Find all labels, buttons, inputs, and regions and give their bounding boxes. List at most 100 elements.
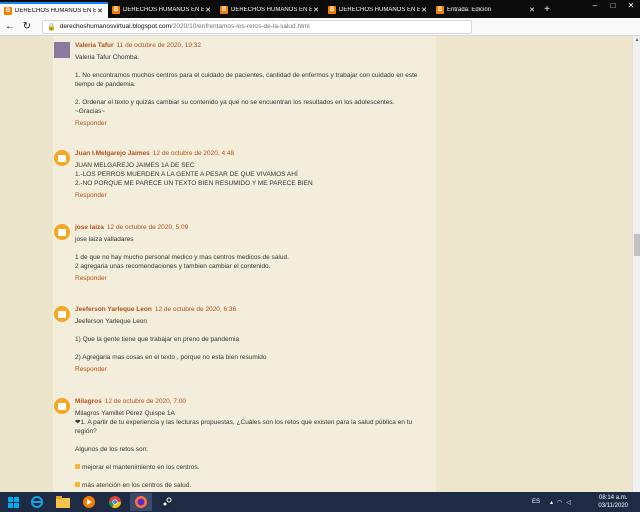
author-name[interactable]: Valeria Tafur [75,42,114,49]
network-icon[interactable]: ▴ [550,499,553,506]
close-window-icon[interactable]: ✕ [622,0,640,12]
tray-icons[interactable]: ▴ ◠ ◁ [550,492,575,512]
folder-icon[interactable] [52,493,74,511]
volume-icon[interactable]: ◁ [566,499,571,506]
comment-line: ❤1. A partir de tu experiencia y las lec… [75,418,425,436]
url-text: derechoshumanosvirtual.blogspot.com/2020… [60,23,310,30]
tab-label: Entrada: Edición [447,7,492,13]
comment-text: 1.-LOS PERROS MUERDEN A LA GENTE A PESAR… [75,171,298,178]
lock-icon: 🔒 [47,23,56,31]
comment-body: Milagros Yamillet Perez Quispe 1A ❤1. A p… [75,409,425,490]
comment-line: Milagros Yamillet Perez Quispe 1A [75,409,425,418]
blogger-avatar-icon[interactable] [54,224,70,240]
chrome-icon[interactable] [104,493,126,511]
author-name[interactable]: Jeeferson Yarleque Leon [75,306,152,313]
reply-link[interactable]: Responder [75,275,107,282]
steam-icon[interactable] [156,493,178,511]
comment-date[interactable]: 12 de octubre de 2020, 4:48 [153,150,234,157]
scroll-thumb[interactable] [634,234,640,256]
close-tab-icon[interactable]: ✕ [96,7,104,15]
new-tab-button[interactable]: + [540,2,554,18]
comment-author[interactable]: Milagros 12 de octubre de 2020, 7:00 [75,398,186,405]
author-name[interactable]: Milagros [75,398,102,405]
comment-text: 2. Ordenar el texto y quizás cambiar su … [75,99,395,106]
minimize-icon[interactable]: – [586,0,604,12]
taskbar-clock[interactable]: 08:14 a.m. 03/11/2020 [598,494,628,510]
comment-author[interactable]: jose laiza 12 de octubre de 2020, 5:09 [75,224,188,231]
reply-link[interactable]: Responder [75,192,107,199]
bullet-icon [75,464,80,469]
close-tab-icon[interactable]: ✕ [312,6,320,14]
comment-author[interactable]: Valeria Tafur 11 de octubre de 2020, 19:3… [75,42,201,49]
back-icon[interactable]: ← [3,20,17,34]
comment-line: Algunos de los retos son: [75,445,425,454]
reply-link[interactable]: Responder [75,366,107,373]
browser-tab[interactable]: B DERECHOS HUMANOS EN EL ✕ [324,2,432,18]
blogger-glyph [58,310,66,318]
comment-line: 1. No encontramos muchos centros para el… [75,71,425,89]
page-scrollbar[interactable]: ▲ [632,36,640,492]
comment-date[interactable]: 12 de octubre de 2020, 5:09 [107,224,188,231]
browser-tab[interactable]: B DERECHOS HUMANOS EN EL ✕ [216,2,324,18]
comment-body: jose laiza valladares 1 de que no hay muc… [75,235,425,271]
scroll-up-icon[interactable]: ▲ [633,36,640,44]
comment-line: JUAN MELGAREJO JAIMES 1A DE SEC [75,161,425,170]
comment-text: 1 de que no hay mucho personal medico y … [75,254,289,261]
blogger-icon: B [328,6,336,14]
comment-text: 1) Que la gente tiene que trabajar en pr… [75,336,240,343]
comment-text: Jeeferson Yarleque Leon [75,318,148,325]
comment-line: 1) Que la gente tiene que trabajar en pr… [75,335,425,344]
comment-date[interactable]: 12 de octubre de 2020, 7:00 [105,398,186,405]
browser-tab[interactable]: B Entrada: Edición ✕ [432,2,540,18]
address-bar[interactable]: 🔒 derechoshumanosvirtual.blogspot.com/20… [42,19,472,34]
comment-author[interactable]: Juan I.Melgarejo Jaimes 12 de octubre de … [75,150,234,157]
url-path: /2020/10/enfrentamos-los-retos-de-la-sal… [171,23,310,30]
blogger-glyph [58,402,66,410]
media-player-icon[interactable] [78,493,100,511]
comment-line: 2) Agregaria mas cosas en el texto , por… [75,353,425,362]
clock-time: 08:14 a.m. [599,495,628,501]
browser-tab[interactable]: B DERECHOS HUMANOS EN EL ✕ [108,2,216,18]
language-indicator[interactable]: ES [532,492,540,512]
blogger-avatar-icon[interactable] [54,306,70,322]
language-label: ES [532,499,541,505]
comment-line: mejorar el mantenimiento en los centros. [75,463,425,472]
author-name[interactable]: Juan I.Melgarejo Jaimes [75,150,150,157]
comment-text: 2) Agregaria mas cosas en el texto , por… [75,354,267,361]
blogger-avatar-icon[interactable] [54,150,70,166]
comment-body: Valeria Tafur Chomba. 1. No encontramos m… [75,53,425,116]
browser-tab[interactable]: B DERECHOS HUMANOS EN EL ✕ [0,2,108,18]
blogger-avatar-icon[interactable] [54,398,70,414]
sidebar [436,36,632,492]
windows-taskbar: ES ▴ ◠ ◁ 08:14 a.m. 03/11/2020 [0,492,640,512]
close-tab-icon[interactable]: ✕ [204,6,212,14]
author-name[interactable]: jose laiza [75,224,104,231]
comment-date[interactable]: 12 de octubre de 2020, 6:36 [155,306,236,313]
comment-line: 1 de que no hay mucho personal medico y … [75,253,425,262]
maximize-icon[interactable]: □ [604,0,622,12]
tab-label: DERECHOS HUMANOS EN EL [123,7,204,13]
comment-text: 1. No encontramos muchos centros para el… [75,72,418,88]
blogger-icon: B [436,6,444,14]
comment-text: jose laiza valladares [75,236,134,243]
wifi-icon[interactable]: ◠ [557,499,562,506]
ie-icon[interactable] [26,493,48,511]
comment-text: JUAN MELGAREJO JAIMES 1A DE SEC [75,162,195,169]
comment-text: ❤1. A partir de tu experiencia y las lec… [75,419,413,435]
close-tab-icon[interactable]: ✕ [528,6,536,14]
close-tab-icon[interactable]: ✕ [420,6,428,14]
reply-link[interactable]: Responder [75,120,107,127]
reload-icon[interactable]: ↻ [20,20,34,34]
comment-text: Milagros Yamillet Perez Quispe 1A [75,410,175,417]
avatar[interactable] [54,42,70,58]
comment-date[interactable]: 11 de octubre de 2020, 19:32 [117,42,201,49]
start-button[interactable] [0,492,26,512]
comment-text: 2.-NO PORQUE ME PARECE UN TEXTO BIEN RES… [75,180,313,187]
firefox-icon[interactable] [130,493,152,511]
comment-author[interactable]: Jeeferson Yarleque Leon 12 de octubre de … [75,306,236,313]
